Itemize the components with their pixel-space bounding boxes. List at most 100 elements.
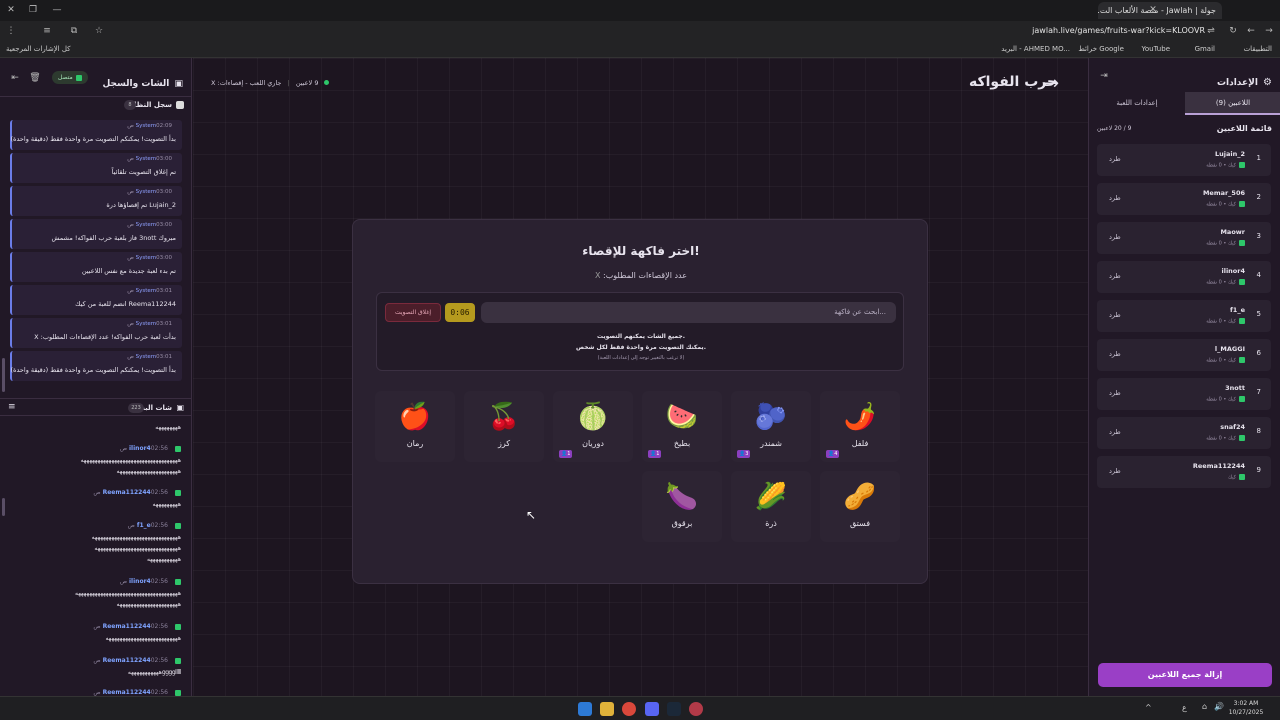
chat-message: ilinor402:56 ص هههههههههههههههههههههههههه… [75, 578, 181, 608]
filter-icon[interactable]: ≡ [8, 402, 16, 412]
address-bar[interactable]: jawlah.live/games/fruits-war?kick=KLOOVR [900, 24, 1205, 38]
media-icon[interactable]: ≡ [40, 24, 54, 38]
fruit-card-pistachio[interactable]: 🥜 فستق [820, 471, 900, 542]
bookmark-star-icon[interactable]: ☆ [92, 24, 106, 38]
language-indicator[interactable]: ع [1182, 703, 1187, 712]
beet-icon: 🫐 [754, 402, 788, 432]
collapse-panel-icon[interactable]: ⇥ [1097, 69, 1111, 83]
fruit-card-plum[interactable]: 🍆 برقوق [642, 471, 722, 542]
chat-message: Reema11224402:56 ص هههههههههه [93, 489, 181, 508]
game-status: جاري اللعب - إقصاءات: X [211, 79, 282, 87]
log-icon [176, 101, 184, 109]
remove-all-players-button[interactable]: إزالة جميع اللاعبين [1098, 663, 1272, 687]
tab-close-icon[interactable]: ✕ [1146, 3, 1160, 17]
file-explorer-icon[interactable] [600, 702, 614, 716]
chat-message: Reema11224402:56 ص هههههههههههههههههههههه… [93, 623, 181, 642]
site-settings-icon[interactable]: ⇌ [1204, 24, 1218, 38]
info-line-3: (لا ترغب بالتغيير توجه إلى إعدادات اللعب… [597, 355, 685, 361]
log-entry: System03:01 ص Reema112244 انضم للعبة من ك… [10, 285, 182, 315]
reload-icon[interactable]: ↻ [1226, 24, 1240, 38]
chat-log-panel: ▣ الشات والسجل متصل 🗑 ⇤ سجل النظام 8 Sys… [0, 58, 192, 696]
live-chat-header[interactable]: ▣ شات البث 223 ≡ [0, 398, 192, 416]
vote-count-badge: 👤1 [648, 450, 662, 458]
chat-count-badge: 223 [128, 403, 144, 413]
bookmark-youtube[interactable]: YouTube [1142, 43, 1170, 55]
windows-taskbar: ^ ع ⌂ 🔊 3:02 AM 10/27/2025 [0, 696, 1280, 720]
vote-panel: ابحث عن فاكهة... 0:06 إغلاق التصويت جميع… [376, 292, 904, 371]
vote-count-badge: 👤1 [559, 450, 573, 458]
tab-game-settings[interactable]: إعدادات اللعبة [1089, 92, 1185, 115]
fruit-card-pepper[interactable]: 🌶️ فلفل 👤4 [820, 391, 900, 462]
forward-icon[interactable]: ← [1244, 24, 1258, 38]
player-row: 4 ilinor4 كيك • 0 نقطة طرد [1097, 261, 1271, 293]
kick-button[interactable]: طرد [1109, 350, 1121, 358]
chat-header: ▣ الشات والسجل [102, 79, 183, 89]
windows-start-icon[interactable] [578, 702, 592, 716]
minimize-icon[interactable]: — [50, 3, 64, 17]
fruit-card-corn[interactable]: 🌽 ذرة [731, 471, 811, 542]
log-entry: System03:00 ص تم بدء لعبة جديدة مع نفس ال… [10, 252, 182, 282]
fruit-card-durian[interactable]: 🍈 دوريان 👤1 [553, 391, 633, 462]
kick-button[interactable]: طرد [1109, 155, 1121, 163]
pistachio-icon: 🥜 [843, 482, 877, 512]
kick-button[interactable]: طرد [1109, 194, 1121, 202]
kick-button[interactable]: طرد [1109, 467, 1121, 475]
kick-button[interactable]: طرد [1109, 272, 1121, 280]
info-line-1: جميع الشات يمكنهم التصويت. [596, 333, 686, 340]
tab-players[interactable]: اللاعبين (9) [1185, 92, 1280, 115]
steam-icon[interactable] [667, 702, 681, 716]
back-arrow-icon[interactable]: → [1044, 73, 1059, 94]
clock[interactable]: 3:02 AM 10/27/2025 [1228, 699, 1264, 717]
restore-icon[interactable]: ❐ [26, 3, 40, 17]
player-row: 2 Memar_506 كيك • 0 نقطة طرد [1097, 183, 1271, 215]
close-vote-button[interactable]: إغلاق التصويت [385, 303, 441, 322]
browser-tab[interactable]: جولة | Jawlah - منصة الألعاب الت... [1098, 2, 1222, 19]
all-bookmarks[interactable]: كل الإشارات المرجعية [6, 43, 71, 55]
kick-button[interactable]: طرد [1109, 233, 1121, 241]
fruit-card-cherry[interactable]: 🍒 كرز [464, 391, 544, 462]
fruit-search-input[interactable]: ابحث عن فاكهة... [481, 302, 896, 323]
players-online: 9 لاعبين [295, 79, 319, 87]
kick-button[interactable]: طرد [1109, 428, 1121, 436]
fruit-card-watermelon[interactable]: 🍉 بطيخ 👤1 [642, 391, 722, 462]
volume-icon[interactable]: 🔊 [1214, 702, 1224, 711]
chat-scrollbar[interactable] [2, 498, 5, 516]
player-count: 9 / 20 لاعبين [1097, 125, 1132, 132]
collapse-panel-icon[interactable]: ⇤ [8, 71, 22, 85]
chat-message: f1_e02:56 ص ههههههههههههههههههههههههههههه… [91, 522, 182, 563]
player-row: 3 Maowr كيك • 0 نقطة طرد [1097, 222, 1271, 254]
system-log-header[interactable]: سجل النظام 8 [0, 96, 192, 112]
bookmark-maps[interactable]: خرائط Google [1078, 43, 1124, 55]
discord-icon[interactable] [645, 702, 659, 716]
watermelon-icon: 🍉 [665, 402, 699, 432]
network-icon[interactable]: ⌂ [1202, 702, 1207, 711]
vote-modal: اختر فاكهة للإقصاء! عدد الإقصاءات المطلو… [352, 219, 928, 584]
vote-count-badge: 👤3 [737, 450, 751, 458]
bookmark-mail[interactable]: البريد - AHMED MO... [1001, 43, 1070, 55]
trash-icon[interactable]: 🗑 [28, 71, 42, 85]
vote-timer: 0:06 [445, 303, 475, 322]
player-row: 5 f1_e كيك • 0 نقطة طرد [1097, 300, 1271, 332]
corn-icon: 🌽 [754, 482, 788, 512]
fruit-card-pomegranate[interactable]: 🍎 رمان [375, 391, 455, 462]
extensions-icon[interactable]: ⧉ [67, 24, 81, 38]
log-entry: System03:00 ص تم إغلاق التصويت تلقائياً [10, 153, 182, 183]
kick-button[interactable]: طرد [1109, 389, 1121, 397]
fruit-card-beet[interactable]: 🫐 شمندر 👤3 [731, 391, 811, 462]
bookmark-gmail[interactable]: Gmail [1195, 43, 1215, 55]
log-scrollbar[interactable] [2, 358, 5, 392]
back-icon[interactable]: → [1262, 24, 1276, 38]
bookmark-apps[interactable]: التطبيقات [1244, 43, 1272, 55]
player-row: 1 Lujain_2 كيك • 0 نقطة طرد [1097, 144, 1271, 176]
log-entry: System03:01 ص بدأ التصويت! يمكنكم التصويت… [10, 351, 182, 381]
cherry-icon: 🍒 [487, 402, 521, 432]
player-row: 9 Reema112244 كيك طرد [1097, 456, 1271, 488]
close-window-icon[interactable]: ✕ [4, 3, 18, 17]
info-line-2: يمكنك التصويت مرة واحدة فقط لكل شخص. [576, 344, 706, 351]
kick-button[interactable]: طرد [1109, 311, 1121, 319]
chrome-icon[interactable] [622, 702, 636, 716]
player-row: 7 3nott كيك • 0 نقطة طرد [1097, 378, 1271, 410]
tray-chevron-icon[interactable]: ^ [1145, 703, 1152, 712]
app-icon[interactable] [689, 702, 703, 716]
menu-icon[interactable]: ⋮ [4, 24, 18, 38]
